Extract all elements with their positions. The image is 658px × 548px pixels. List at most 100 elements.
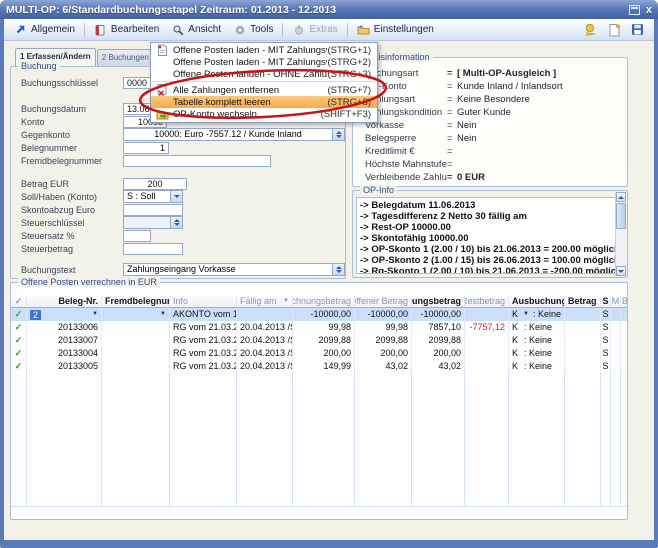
column-header-B[interactable]: B bbox=[621, 295, 627, 307]
menu-item-2[interactable]: Offene Posten landen - OHNE Zahlungsvors… bbox=[151, 68, 377, 80]
cell-faellig: 20.04.2013 /Sa bbox=[237, 321, 293, 334]
offen-value: 43,02 bbox=[385, 360, 408, 373]
cell-fremd bbox=[102, 334, 170, 347]
table-row[interactable]: ✓20133007RG vom 21.03.201320.04.2013 /Sa… bbox=[11, 334, 627, 347]
rechnung-value: -10000,00 bbox=[310, 308, 351, 321]
cell-fremd: ▼ bbox=[102, 308, 170, 321]
spinner-icon[interactable] bbox=[170, 217, 182, 228]
cell-b bbox=[621, 360, 627, 373]
rechnung-value: 200,00 bbox=[323, 347, 351, 360]
tab-buchungen[interactable]: 2 Buchungen bbox=[97, 49, 154, 66]
grid-column-line bbox=[237, 373, 293, 506]
fremdbelegnummer-input[interactable] bbox=[123, 155, 271, 167]
restore-button[interactable] bbox=[629, 5, 640, 15]
betrag-eur-input[interactable]: 200 bbox=[123, 178, 187, 190]
cell-betrag bbox=[565, 360, 601, 373]
column-header-Rechnungsbetrag[interactable]: Rechnungsbetrag bbox=[293, 295, 355, 307]
beleg-edit-value[interactable]: 2 bbox=[30, 310, 41, 320]
row-checkmark: ✓ bbox=[15, 308, 23, 321]
scroll-up-icon[interactable] bbox=[616, 192, 626, 202]
close-button[interactable]: x bbox=[646, 5, 652, 15]
column-header-Ausbuchungsart[interactable]: Ausbuchungsart bbox=[509, 295, 565, 307]
column-header-M[interactable]: M bbox=[611, 295, 621, 307]
menu-einstellungen[interactable]: Einstellungen bbox=[351, 21, 440, 39]
steuerbetrag-input[interactable] bbox=[123, 243, 183, 255]
spinner-icon[interactable] bbox=[332, 264, 344, 275]
column-header-label: Zahlungsbetrag bbox=[412, 295, 461, 307]
column-header-Betrag[interactable]: Betrag bbox=[565, 295, 601, 307]
client-area: 1 Erfassen/Ändern 2 Buchungen 3 Sach Buc… bbox=[4, 41, 654, 540]
column-header-Fällig am[interactable]: Fällig am▼ bbox=[237, 295, 293, 307]
cell-info: RG vom 21.03.2013 bbox=[170, 347, 237, 360]
chevron-down-icon[interactable]: ▼ bbox=[158, 308, 166, 321]
scrollbar-thumb[interactable] bbox=[616, 203, 626, 229]
menu-ansicht[interactable]: Ansicht bbox=[165, 21, 227, 39]
menu-tools[interactable]: Tools bbox=[227, 21, 279, 39]
app-window: MULTI-OP: 6/Standardbuchungsstapel Zeitr… bbox=[0, 0, 658, 548]
column-header-Zahlungsbetrag[interactable]: Zahlungsbetrag bbox=[412, 295, 465, 307]
rechnung-value: 149,99 bbox=[323, 360, 351, 373]
cell-info: AKONTO vom 11.06.201 bbox=[170, 308, 237, 321]
column-header-check[interactable]: ✓ bbox=[11, 295, 27, 307]
basis-value: 0 EUR bbox=[457, 172, 485, 183]
menu-bearbeiten[interactable]: Bearbeiten bbox=[88, 21, 165, 39]
menu-item-shortcut: (SHIFT+F3) bbox=[321, 109, 371, 120]
op-info-line: -> OP-Skonto 2 (1.00 / 15) bis 26.06.201… bbox=[360, 255, 609, 266]
beleg-value: 20133007 bbox=[58, 334, 98, 347]
column-header-S[interactable]: S bbox=[601, 295, 611, 307]
field-label: Steuersatz % bbox=[21, 231, 123, 241]
buchungstext-combo[interactable]: Zahlungseingang Vorkasse bbox=[123, 263, 345, 276]
grid-column-line bbox=[621, 373, 627, 506]
menu-item-label: Alle Zahlungen entfernen bbox=[173, 85, 327, 96]
table-empty-grid bbox=[11, 373, 627, 507]
table-row[interactable]: ✓20133006RG vom 21.03.201320.04.2013 /Sa… bbox=[11, 321, 627, 334]
column-header-Offener Betrag[interactable]: Offener Betrag bbox=[355, 295, 412, 307]
cell-b bbox=[621, 347, 627, 360]
save-icon[interactable] bbox=[630, 23, 644, 37]
skontoabzug-input[interactable] bbox=[123, 204, 183, 216]
table-row[interactable]: ✓20133004RG vom 21.03.201320.04.2013 /Sa… bbox=[11, 347, 627, 360]
chevron-down-icon[interactable] bbox=[170, 191, 182, 202]
chevron-down-icon[interactable]: ▼ bbox=[90, 308, 98, 321]
menu-item-label: OP-Konto wechseln bbox=[173, 109, 321, 120]
menu-allgemein[interactable]: Allgemein bbox=[8, 21, 81, 39]
chevron-down-icon[interactable]: ▼ bbox=[521, 308, 529, 321]
menu-item-5[interactable]: Tabelle komplett leeren(STRG+8) bbox=[151, 96, 377, 108]
faellig-value: 20.04.2013 /Sa bbox=[240, 360, 293, 373]
belegnummer-input[interactable]: 1 bbox=[123, 142, 169, 154]
column-header-Fremdbelegnummer[interactable]: Fremdbelegnummer bbox=[102, 295, 170, 307]
table-row[interactable]: ✓ 2 ▼ ▼ AKONTO vom 11.06.201 -10000,00 -10000,… bbox=[11, 308, 627, 321]
menu-extras[interactable]: Extras bbox=[286, 21, 343, 39]
cell-beleg: 20133004 bbox=[27, 347, 102, 360]
menu-item-4[interactable]: Alle Zahlungen entfernen(STRG+7) bbox=[151, 84, 377, 96]
cell-check: ✓ bbox=[11, 334, 27, 347]
menu-item-1[interactable]: Offene Posten laden - MIT Zahlungsvorsch… bbox=[151, 56, 377, 68]
column-header-Info[interactable]: Info bbox=[170, 295, 237, 307]
scroll-down-icon[interactable] bbox=[616, 266, 626, 276]
spinner-icon[interactable] bbox=[332, 129, 344, 140]
basis-value: Keine Besondere bbox=[457, 94, 530, 105]
stamp-icon[interactable] bbox=[584, 23, 598, 37]
gegenkonto-combo[interactable]: 10000: Euro -7557.12 / Kunde Inland bbox=[123, 128, 345, 141]
column-header-Beleg-Nr.[interactable]: Beleg-Nr. bbox=[27, 295, 102, 307]
menu-item-6[interactable]: OP-Konto wechseln(SHIFT+F3) bbox=[151, 108, 377, 120]
cell-offen: 2099,88 bbox=[355, 334, 412, 347]
table-row[interactable]: ✓20133005RG vom 21.03.201320.04.2013 /Sa… bbox=[11, 360, 627, 373]
column-header-Restbetrag[interactable]: Restbetrag bbox=[465, 295, 509, 307]
equals-sign: = bbox=[447, 68, 457, 79]
menu-item-0[interactable]: Offene Posten laden - MIT Zahlungsvorsch… bbox=[151, 44, 377, 56]
steuersatz-input[interactable] bbox=[123, 230, 151, 242]
soll-haben-combo[interactable]: S : Soll bbox=[123, 190, 183, 203]
menu-item-shortcut: (STRG+8) bbox=[327, 97, 371, 108]
cell-zahlung: -10000,00 bbox=[412, 308, 465, 321]
new-document-icon[interactable] bbox=[607, 23, 621, 37]
op-info-scrollbar[interactable] bbox=[615, 192, 626, 276]
basis-value: Nein bbox=[457, 133, 477, 144]
menu-item-shortcut: (STRG+7) bbox=[327, 85, 371, 96]
steuerschluessel-combo[interactable] bbox=[123, 216, 183, 229]
grid-column-line bbox=[412, 373, 465, 506]
menubar: Allgemein Bearbeiten Ansicht Tools Extra… bbox=[4, 19, 654, 41]
cell-zahlung: 43,02 bbox=[412, 360, 465, 373]
cell-rechnung: 99,98 bbox=[293, 321, 355, 334]
offen-value: 200,00 bbox=[380, 347, 408, 360]
